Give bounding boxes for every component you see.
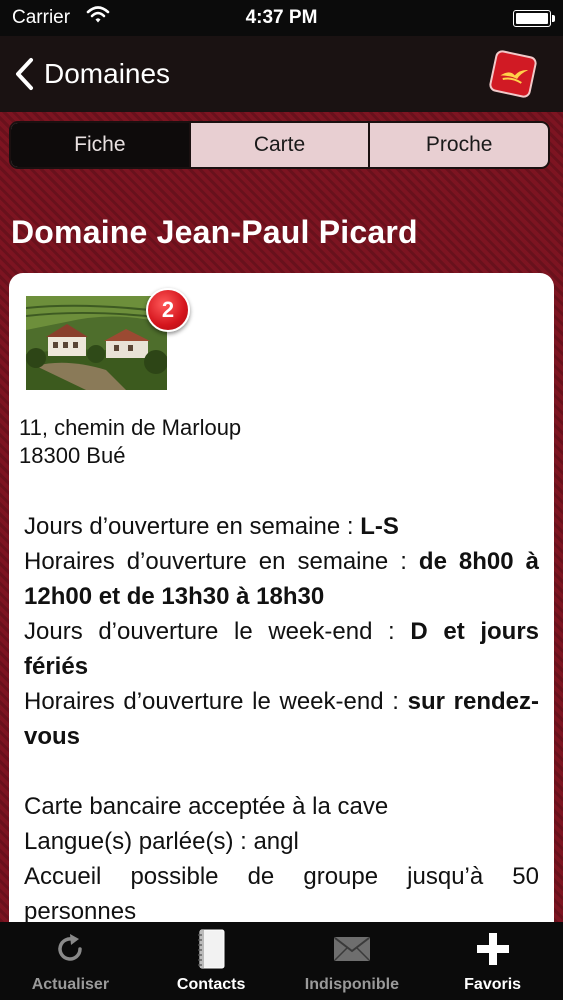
tab-bar: Actualiser Contacts Indisponible Favoris: [0, 922, 563, 1000]
segmented-control: Fiche Carte Proche: [9, 121, 550, 169]
plus-icon: [422, 926, 563, 972]
languages-text: Langue(s) parlée(s) : angl: [24, 828, 299, 855]
segment-carte[interactable]: Carte: [188, 123, 369, 167]
status-bar: Carrier 4:37 PM: [0, 0, 563, 36]
address-line-1: 11, chemin de Marloup: [19, 415, 242, 440]
address-line-2: 18300 Bué: [19, 443, 126, 468]
weekend-days-label: Jours d’ouverture le week-end :: [24, 618, 411, 645]
segment-proche[interactable]: Proche: [368, 123, 548, 167]
photo-count-badge: 2: [146, 288, 190, 332]
weekday-hours-row: Horaires d’ouverture en semaine : de 8h0…: [24, 544, 539, 614]
tab-unavailable[interactable]: Indisponible: [282, 922, 423, 1000]
chevron-left-icon: [16, 58, 33, 90]
weekend-hours-label: Horaires d’ouverture le week-end :: [24, 688, 408, 715]
weekday-days-value: L-S: [360, 513, 399, 540]
tab-contacts[interactable]: Contacts: [141, 922, 282, 1000]
clock: 4:37 PM: [245, 7, 318, 28]
weekday-hours-label: Horaires d’ouverture en semaine :: [24, 548, 419, 575]
address-book-icon: [141, 926, 282, 972]
tab-unavailable-label: Indisponible: [304, 976, 399, 993]
page-title: Domaine Jean-Paul Picard: [11, 214, 418, 250]
weekend-days-row: Jours d’ouverture le week-end : D et jou…: [24, 614, 539, 684]
weekend-hours-row: Horaires d’ouverture le week-end : sur r…: [24, 684, 539, 754]
segment-fiche[interactable]: Fiche: [11, 123, 189, 167]
tab-refresh[interactable]: Actualiser: [0, 922, 141, 1000]
weekday-days-row: Jours d’ouverture en semaine : L-S: [24, 509, 539, 544]
envelope-icon: [282, 926, 423, 972]
back-button-label: Domaines: [44, 58, 171, 89]
refresh-icon: [0, 926, 141, 972]
detail-card: 2 11, chemin de Marloup 18300 Bué Jours …: [9, 273, 554, 973]
tab-favorites-label: Favoris: [464, 976, 522, 993]
back-button[interactable]: Domaines: [12, 54, 170, 94]
content-area: Fiche Carte Proche Domaine Jean-Paul Pic…: [0, 112, 563, 973]
tab-favorites[interactable]: Favoris: [422, 922, 563, 1000]
brand-logo-bird-icon[interactable]: [487, 48, 539, 100]
opening-info: Jours d’ouverture en semaine : L-S Horai…: [24, 509, 539, 929]
address: 11, chemin de Marloup 18300 Bué: [19, 414, 241, 470]
card-payment-text: Carte bancaire acceptée à la cave: [24, 793, 389, 820]
battery-icon: [513, 10, 555, 27]
groups-text: Accueil possible de groupe jusqu’à 50 pe…: [24, 863, 539, 925]
tab-contacts-label: Contacts: [176, 976, 246, 993]
weekday-days-label: Jours d’ouverture en semaine :: [24, 513, 361, 540]
navigation-bar: Domaines: [0, 36, 563, 112]
tab-refresh-label: Actualiser: [31, 976, 110, 993]
